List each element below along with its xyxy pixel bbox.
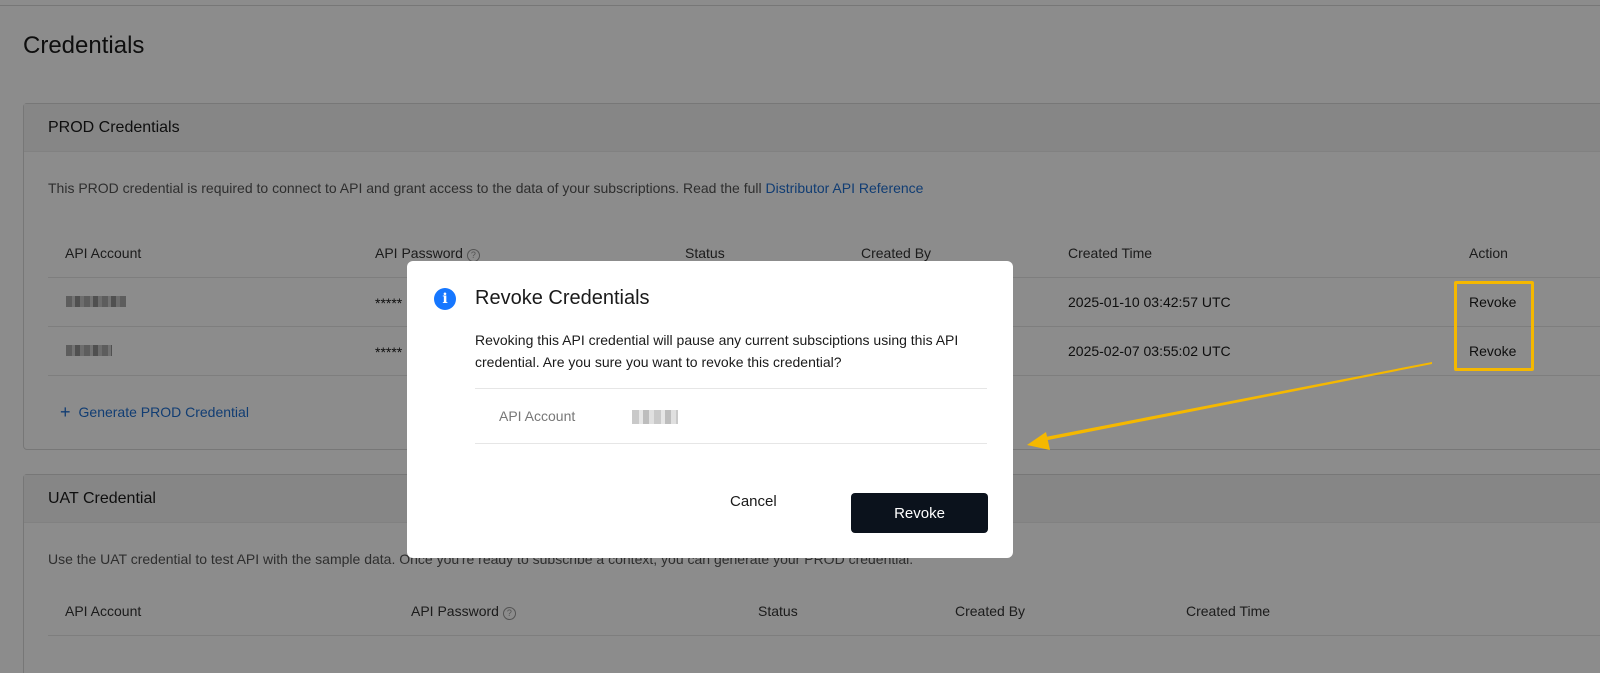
cancel-button[interactable]: Cancel (730, 493, 777, 510)
redacted-api-account (632, 410, 678, 424)
dialog-message: Revoking this API credential will pause … (475, 332, 959, 370)
revoke-credentials-dialog: i Revoke Credentials Revoking this API c… (407, 261, 1013, 558)
dialog-account-row: API Account (475, 388, 987, 444)
dialog-account-label: API Account (499, 408, 576, 424)
info-icon: i (434, 288, 456, 310)
revoke-button[interactable]: Revoke (851, 493, 988, 533)
dialog-title: Revoke Credentials (475, 287, 650, 309)
